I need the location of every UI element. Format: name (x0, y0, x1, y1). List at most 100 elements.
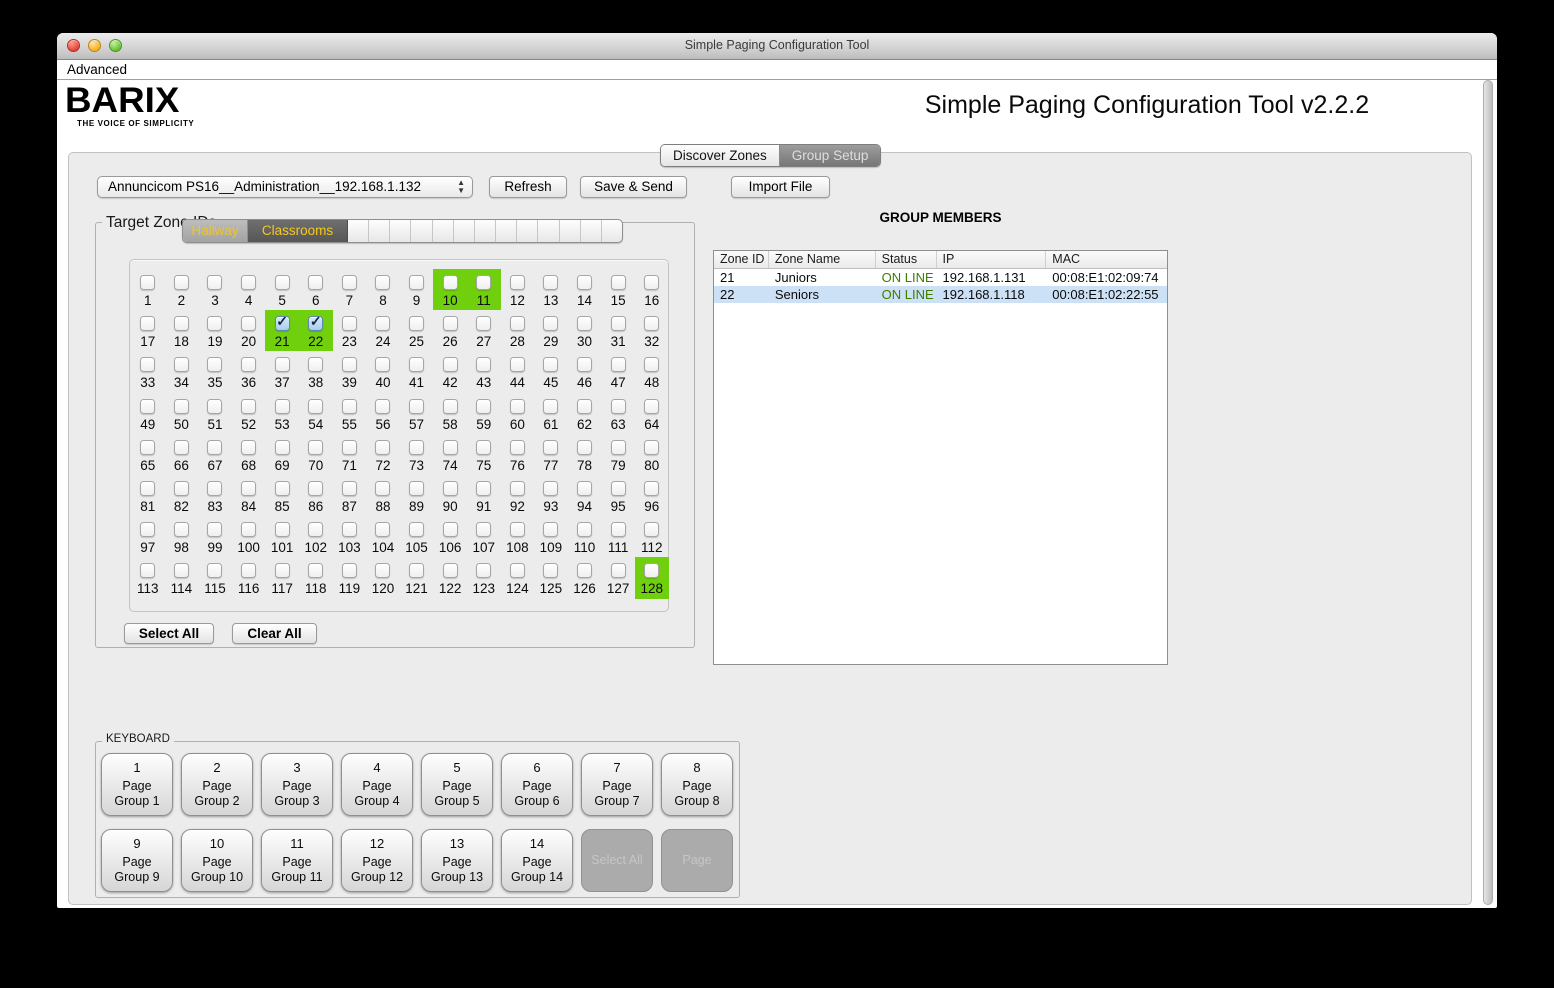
tab-group-setup[interactable]: Group Setup (780, 145, 881, 166)
zone-checkbox-78[interactable] (577, 440, 592, 455)
zone-cell-94[interactable]: 94 (568, 475, 602, 516)
select-all-button[interactable]: Select All (124, 623, 214, 644)
zone-cell-49[interactable]: 49 (131, 393, 165, 434)
zone-cell-38[interactable]: 38 (299, 351, 333, 392)
zone-cell-123[interactable]: 123 (467, 557, 501, 598)
zone-cell-6[interactable]: 6 (299, 269, 333, 310)
zone-checkbox-48[interactable] (644, 357, 659, 372)
empty-tab-segment[interactable] (602, 220, 622, 242)
zone-cell-104[interactable]: 104 (366, 516, 400, 557)
page-group-button-3[interactable]: 3Page Group 3 (261, 753, 333, 816)
zone-checkbox-55[interactable] (342, 399, 357, 414)
zone-cell-60[interactable]: 60 (501, 393, 535, 434)
tab-classrooms[interactable]: Classrooms (248, 220, 348, 242)
empty-tab-segment[interactable] (496, 220, 517, 242)
zone-checkbox-68[interactable] (241, 440, 256, 455)
zone-cell-108[interactable]: 108 (501, 516, 535, 557)
zone-checkbox-31[interactable] (611, 316, 626, 331)
empty-tab-segment[interactable] (581, 220, 602, 242)
zone-cell-85[interactable]: 85 (265, 475, 299, 516)
zone-cell-119[interactable]: 119 (333, 557, 367, 598)
zone-cell-40[interactable]: 40 (366, 351, 400, 392)
zone-checkbox-99[interactable] (207, 522, 222, 537)
zone-cell-103[interactable]: 103 (333, 516, 367, 557)
zone-cell-122[interactable]: 122 (433, 557, 467, 598)
zone-cell-1[interactable]: 1 (131, 269, 165, 310)
zone-checkbox-108[interactable] (510, 522, 525, 537)
zone-cell-9[interactable]: 9 (400, 269, 434, 310)
zone-cell-73[interactable]: 73 (400, 434, 434, 475)
empty-tab-segment[interactable] (390, 220, 411, 242)
zone-cell-8[interactable]: 8 (366, 269, 400, 310)
zone-checkbox-75[interactable] (476, 440, 491, 455)
zone-checkbox-90[interactable] (443, 481, 458, 496)
save-send-button[interactable]: Save & Send (580, 176, 687, 198)
zone-checkbox-81[interactable] (140, 481, 155, 496)
zone-cell-54[interactable]: 54 (299, 393, 333, 434)
menu-advanced[interactable]: Advanced (67, 60, 127, 79)
empty-tab-segment[interactable] (538, 220, 559, 242)
page-group-button-14[interactable]: 14Page Group 14 (501, 829, 573, 892)
zone-checkbox-60[interactable] (510, 399, 525, 414)
tab-hallway[interactable]: Hallway (183, 220, 248, 242)
zone-cell-21[interactable]: 21 (265, 310, 299, 351)
zone-cell-95[interactable]: 95 (601, 475, 635, 516)
zone-checkbox-3[interactable] (207, 275, 222, 290)
page-group-button-13[interactable]: 13Page Group 13 (421, 829, 493, 892)
zone-checkbox-87[interactable] (342, 481, 357, 496)
column-header-ip[interactable]: IP (937, 251, 1047, 268)
zone-checkbox-43[interactable] (476, 357, 491, 372)
zone-checkbox-14[interactable] (577, 275, 592, 290)
zone-cell-59[interactable]: 59 (467, 393, 501, 434)
zone-checkbox-96[interactable] (644, 481, 659, 496)
zone-checkbox-50[interactable] (174, 399, 189, 414)
zone-checkbox-94[interactable] (577, 481, 592, 496)
zone-checkbox-25[interactable] (409, 316, 424, 331)
device-select[interactable]: Annuncicom PS16__Administration__192.168… (97, 176, 473, 198)
zone-checkbox-72[interactable] (375, 440, 390, 455)
zone-cell-33[interactable]: 33 (131, 351, 165, 392)
tab-discover-zones[interactable]: Discover Zones (661, 145, 780, 166)
zone-checkbox-88[interactable] (375, 481, 390, 496)
zone-checkbox-26[interactable] (443, 316, 458, 331)
zone-cell-62[interactable]: 62 (568, 393, 602, 434)
zone-checkbox-7[interactable] (342, 275, 357, 290)
zone-checkbox-21[interactable] (275, 316, 290, 331)
zone-cell-15[interactable]: 15 (601, 269, 635, 310)
zone-cell-106[interactable]: 106 (433, 516, 467, 557)
zone-cell-14[interactable]: 14 (568, 269, 602, 310)
zone-checkbox-118[interactable] (308, 563, 323, 578)
zone-cell-41[interactable]: 41 (400, 351, 434, 392)
clear-all-button[interactable]: Clear All (232, 623, 317, 644)
zone-cell-99[interactable]: 99 (198, 516, 232, 557)
zone-checkbox-89[interactable] (409, 481, 424, 496)
zone-cell-53[interactable]: 53 (265, 393, 299, 434)
zone-checkbox-47[interactable] (611, 357, 626, 372)
zone-cell-79[interactable]: 79 (601, 434, 635, 475)
zone-checkbox-22[interactable] (308, 316, 323, 331)
empty-tab-segment[interactable] (517, 220, 538, 242)
zone-checkbox-12[interactable] (510, 275, 525, 290)
zone-checkbox-51[interactable] (207, 399, 222, 414)
zone-checkbox-84[interactable] (241, 481, 256, 496)
zone-checkbox-69[interactable] (275, 440, 290, 455)
zone-cell-7[interactable]: 7 (333, 269, 367, 310)
zone-cell-12[interactable]: 12 (501, 269, 535, 310)
zone-cell-11[interactable]: 11 (467, 269, 501, 310)
zone-cell-112[interactable]: 112 (635, 516, 669, 557)
empty-tab-segment[interactable] (560, 220, 581, 242)
zone-checkbox-77[interactable] (543, 440, 558, 455)
zone-cell-118[interactable]: 118 (299, 557, 333, 598)
zone-cell-121[interactable]: 121 (400, 557, 434, 598)
zone-cell-107[interactable]: 107 (467, 516, 501, 557)
empty-tab-segment[interactable] (369, 220, 390, 242)
zone-cell-97[interactable]: 97 (131, 516, 165, 557)
zone-cell-84[interactable]: 84 (232, 475, 266, 516)
zone-checkbox-98[interactable] (174, 522, 189, 537)
zone-checkbox-63[interactable] (611, 399, 626, 414)
zone-checkbox-36[interactable] (241, 357, 256, 372)
zone-checkbox-46[interactable] (577, 357, 592, 372)
zone-cell-69[interactable]: 69 (265, 434, 299, 475)
zone-cell-16[interactable]: 16 (635, 269, 669, 310)
zone-checkbox-41[interactable] (409, 357, 424, 372)
